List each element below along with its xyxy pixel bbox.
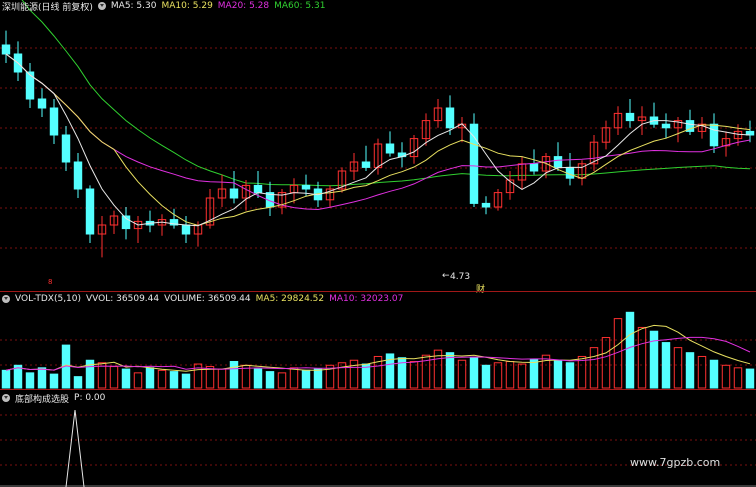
candle-body [49, 107, 59, 136]
volume-bar [301, 369, 311, 389]
volume-bar [697, 355, 707, 389]
ma20-readout: MA20: 5.28 [217, 1, 270, 11]
vol-ma5-readout: MA5: 29824.52 [255, 294, 325, 304]
volume-bar [145, 367, 155, 389]
volume-bar [349, 359, 359, 389]
candle-body [709, 123, 719, 147]
dropdown-icon[interactable] [97, 2, 106, 10]
low-arrow: ← [442, 271, 450, 281]
volume-bar [577, 355, 587, 389]
ma10-readout: MA10: 5.29 [161, 1, 213, 11]
volume-bar [109, 366, 119, 389]
volume-bar [661, 342, 671, 389]
vvol-readout: VVOL: 36509.44 [86, 294, 160, 304]
watermark: www.7gpzb.com [630, 456, 721, 469]
volume-bar [469, 357, 479, 389]
candle-body [61, 134, 71, 163]
ma20-line [5, 53, 751, 211]
low-price-label: 4.73 [450, 272, 471, 282]
candle-body [385, 143, 395, 154]
indicator-signal-spike [65, 409, 85, 487]
panel-divider-2[interactable] [0, 389, 756, 390]
volume-bar [181, 373, 191, 389]
volume-bar [277, 372, 287, 389]
indicator-p-readout: P: 0.00 [74, 393, 106, 403]
volume-bar [565, 362, 575, 389]
volume-bar [229, 361, 239, 389]
volume-bar [637, 326, 647, 389]
volume-bar [673, 347, 683, 389]
volume-bar [313, 368, 323, 389]
volume-bar [517, 363, 527, 389]
candle-body [625, 112, 635, 122]
volume-bar [217, 368, 227, 389]
volume-bar [289, 367, 299, 389]
candle-body [229, 188, 239, 199]
ma5-readout: MA5: 5.30 [110, 1, 157, 11]
volume-bar [169, 371, 179, 389]
volume-bar [553, 359, 563, 389]
candle-body [361, 161, 371, 168]
panel-divider-1[interactable] [0, 291, 756, 292]
volume-bar [73, 376, 83, 389]
candle-body [37, 98, 47, 109]
indicator-title: 底部构成选股 [15, 394, 70, 405]
volume-bar [493, 362, 503, 389]
volume-bar [745, 368, 755, 389]
dropdown-icon[interactable] [2, 394, 10, 402]
price-header: 深圳能源(日线 前复权) MA5: 5.30 MA10: 5.29 MA20: … [2, 0, 326, 13]
volume-bar [709, 359, 719, 389]
candle-body [529, 163, 539, 172]
volume-bar [133, 372, 143, 389]
chart-window: 深圳能源(日线 前复权) MA5: 5.30 MA10: 5.29 MA20: … [0, 0, 756, 487]
volume-bar [733, 367, 743, 389]
candle-body [301, 184, 311, 190]
volume-bar [625, 311, 635, 389]
volume-bar [721, 364, 731, 389]
volume-bar [529, 358, 539, 389]
ma60-readout: MA60: 5.31 [274, 1, 326, 11]
candle-body [181, 224, 191, 235]
candle-body [553, 156, 563, 168]
volume-readout: VOLUME: 36509.44 [164, 294, 251, 304]
volume-bar [157, 369, 167, 389]
volume-bar [25, 372, 35, 389]
volume-bar [49, 373, 59, 389]
candle-body [1, 44, 11, 55]
volume-bar [589, 347, 599, 389]
volume-bar [121, 368, 131, 389]
volume-bar [265, 371, 275, 389]
candle-body [73, 161, 83, 190]
volume-bar [457, 359, 467, 389]
volume-bar [601, 337, 611, 389]
volume-bar [481, 364, 491, 389]
vol-title: VOL-TDX(5,10) [15, 294, 82, 304]
volume-bar [37, 367, 47, 389]
candle-body [253, 184, 263, 194]
dropdown-icon[interactable] [2, 295, 10, 303]
candle-body [661, 123, 671, 129]
candle-body [445, 107, 455, 129]
financial-marker[interactable]: 财 [476, 282, 485, 295]
vol-ma10-readout: MA10: 32023.07 [329, 294, 404, 304]
bottom-marker: 8 [48, 278, 53, 286]
candle-body [481, 202, 491, 208]
indicator-header: 底部构成选股 P: 0.00 [2, 392, 106, 405]
volume-bar [1, 369, 11, 389]
volume-header: VOL-TDX(5,10) VVOL: 36509.44 VOLUME: 365… [2, 293, 403, 305]
candle-body [85, 188, 95, 235]
title: 深圳能源(日线 前复权) [2, 2, 93, 13]
price-chart[interactable] [0, 0, 756, 487]
candle-body [25, 71, 35, 100]
volume-bar [253, 368, 263, 389]
volume-bar [685, 352, 695, 389]
volume-bar [649, 330, 659, 389]
